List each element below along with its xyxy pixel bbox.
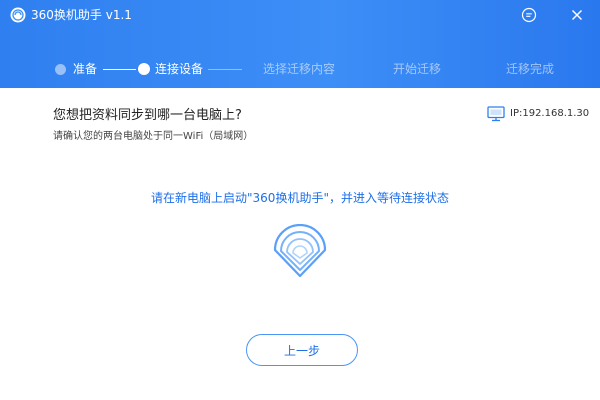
step-label-select: 选择迁移内容 bbox=[263, 62, 336, 76]
ip-address: IP:192.168.1.30 bbox=[510, 108, 590, 119]
step-dot-prepare bbox=[55, 64, 66, 75]
close-icon[interactable] bbox=[567, 5, 587, 25]
step-label-complete: 迁移完成 bbox=[506, 62, 555, 76]
page-title: 您想把资料同步到哪一台电脑上? bbox=[53, 108, 242, 123]
step-label-prepare: 准备 bbox=[73, 62, 98, 76]
feedback-icon[interactable] bbox=[519, 5, 539, 25]
step-connector bbox=[208, 69, 242, 70]
app-title: 360换机助手 v1.1 bbox=[31, 8, 132, 22]
step-dot-connect bbox=[138, 63, 150, 75]
step-label-start: 开始迁移 bbox=[393, 62, 442, 76]
logo-icon bbox=[10, 7, 26, 23]
back-button[interactable]: 上一步 bbox=[246, 334, 358, 366]
header-bar: 360换机助手 v1.1 准备 连接设备 选择迁移内容 开始迁移 迁移完成 bbox=[0, 0, 600, 88]
page-subtitle: 请确认您的两台电脑处于同一WiFi（局域网） bbox=[53, 131, 254, 142]
step-connector bbox=[103, 69, 136, 70]
step-label-connect: 连接设备 bbox=[155, 62, 204, 76]
computer-icon bbox=[487, 106, 505, 122]
ip-display: IP:192.168.1.30 bbox=[487, 106, 589, 122]
wifi-signal-icon bbox=[271, 223, 329, 280]
instruction-text: 请在新电脑上启动"360换机助手"，并进入等待连接状态 bbox=[151, 191, 449, 205]
